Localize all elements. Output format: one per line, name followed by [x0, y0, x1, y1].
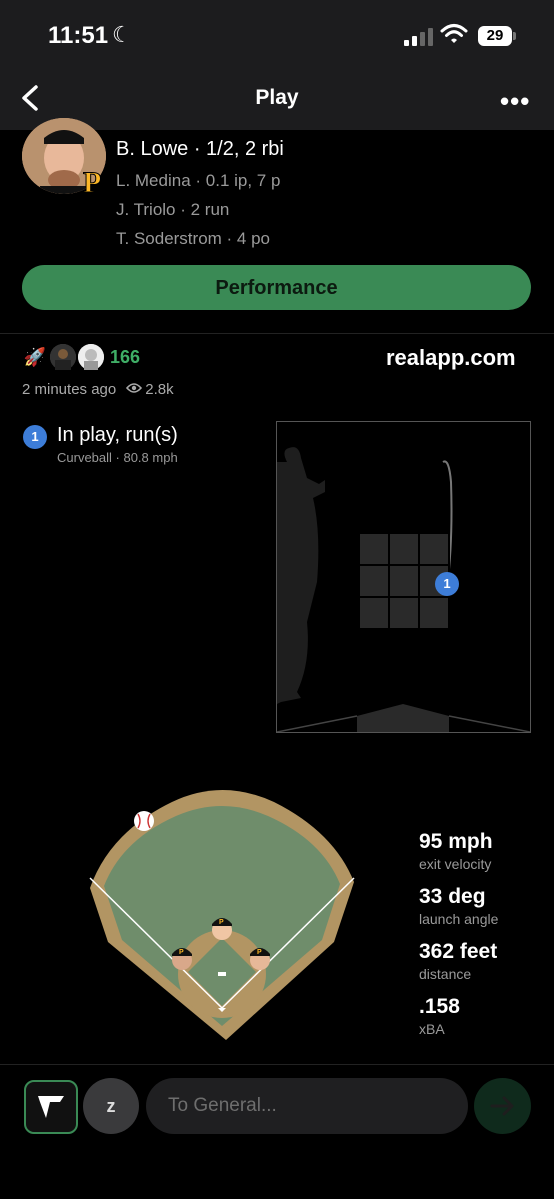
wifi-icon — [440, 22, 468, 51]
stat-value: 33 deg — [419, 885, 486, 908]
eye-icon — [126, 381, 143, 398]
summary-line: T. Soderstrom · 4 po — [116, 229, 271, 248]
game-summary-list: B. Lowe · 1/2, 2 rbi L. Medina · 0.1 ip,… — [116, 138, 284, 258]
moon-icon: ☾ — [112, 22, 132, 47]
composer-divider — [0, 1064, 554, 1065]
site-watermark: realapp.com — [386, 345, 516, 370]
pitch-location-marker[interactable]: 1 — [435, 572, 459, 596]
fielder-avatar: P — [247, 942, 273, 979]
pitch-details: Curveball · 80.8 mph — [57, 450, 178, 465]
battery-tip — [513, 32, 516, 40]
rocket-icon: 🚀 — [23, 346, 47, 367]
fielder-avatar: P — [169, 942, 195, 979]
launch-angle-stat: 33 deg launch angle — [419, 885, 498, 927]
strike-zone-panel — [276, 421, 531, 733]
cellular-signal-icon — [404, 28, 433, 46]
pitch-number-badge: 1 — [23, 425, 47, 449]
stat-label: xBA — [419, 1021, 445, 1037]
views-count-wrapper: 2.8k — [126, 381, 174, 398]
xba-stat: .158 xBA — [419, 995, 460, 1037]
stat-value: .158 — [419, 995, 460, 1018]
svg-text:P: P — [219, 919, 224, 926]
pirates-logo-icon: P — [80, 166, 108, 201]
post-time: 2 minutes ago — [22, 381, 117, 398]
views-count: 2.8k — [145, 381, 174, 398]
reaction-avatar — [50, 344, 76, 370]
exit-velocity-stat: 95 mph exit velocity — [419, 830, 493, 872]
summary-line: J. Triolo · 2 run — [116, 200, 230, 219]
status-time: 11:51 — [48, 22, 109, 49]
stat-label: exit velocity — [419, 856, 492, 872]
summary-line: L. Medina · 0.1 ip, 7 p — [116, 171, 281, 190]
stat-value: 95 mph — [419, 830, 493, 853]
stat-label: launch angle — [419, 911, 499, 927]
svg-text:P: P — [257, 949, 262, 956]
message-input[interactable] — [146, 1078, 468, 1134]
more-options-icon[interactable]: ••• — [500, 86, 530, 117]
fielder-avatar: P — [209, 912, 235, 949]
svg-text:P: P — [179, 949, 184, 956]
summary-line: B. Lowe · 1/2, 2 rbi — [116, 138, 284, 160]
user-avatar-button[interactable]: z — [83, 1078, 139, 1134]
stat-value: 362 feet — [419, 940, 498, 963]
reactions-row[interactable]: 🚀 166 — [22, 344, 140, 370]
stat-label: distance — [419, 966, 472, 982]
app-logo-icon[interactable] — [24, 1080, 78, 1134]
distance-stat: 362 feet distance — [419, 940, 497, 982]
play-result: In play, run(s) — [57, 424, 178, 446]
svg-text:P: P — [83, 166, 101, 196]
section-divider — [0, 333, 554, 334]
baseball-hit-location-icon — [133, 810, 155, 837]
reaction-avatar — [78, 344, 104, 370]
arrow-right-icon — [490, 1096, 514, 1116]
battery-icon: 29 — [478, 26, 512, 46]
performance-button[interactable]: Performance — [22, 265, 531, 310]
reaction-count: 166 — [110, 346, 141, 367]
post-meta: 2 minutes ago 2.8k — [22, 381, 174, 398]
page-title: Play — [255, 86, 299, 109]
send-button[interactable] — [474, 1078, 531, 1134]
